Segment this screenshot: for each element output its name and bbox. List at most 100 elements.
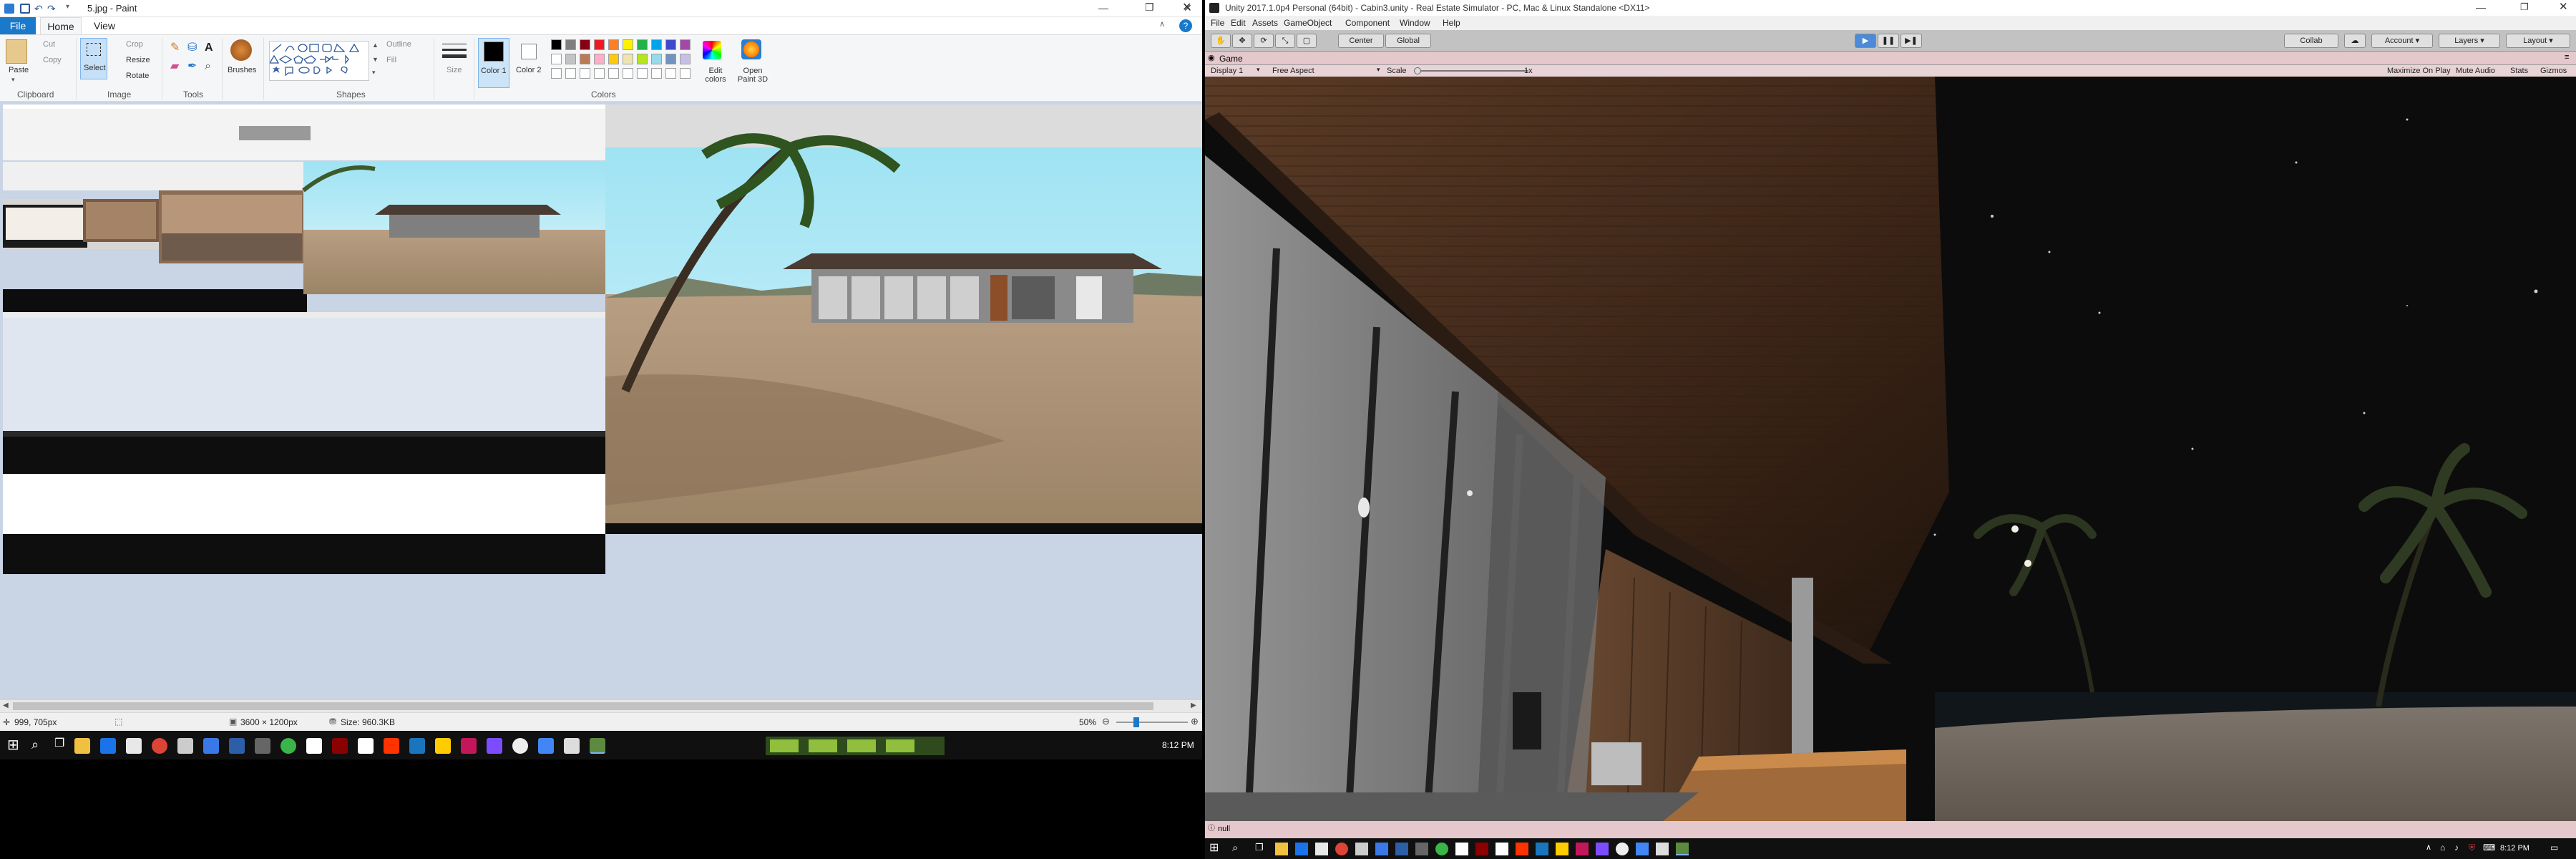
account-dropdown[interactable]: Account ▾ (2371, 34, 2433, 48)
palette-swatch-empty[interactable] (565, 68, 576, 79)
palette-swatch[interactable] (665, 54, 676, 64)
palette-swatch[interactable] (594, 54, 605, 64)
paint3d-icon[interactable] (741, 39, 761, 59)
unity-close-button[interactable]: ✕ (2559, 1, 2568, 12)
tray-chevron-icon[interactable]: ∧ (2426, 844, 2431, 852)
palette-swatch[interactable] (580, 39, 590, 50)
file-explorer-icon[interactable] (1275, 843, 1288, 855)
palette-swatch[interactable] (637, 39, 648, 50)
chrome-icon[interactable] (1335, 843, 1348, 855)
app-icon[interactable] (1636, 843, 1649, 855)
horizontal-scrollbar[interactable]: ◀ ▶ (0, 700, 1202, 712)
palette-swatch[interactable] (565, 54, 576, 64)
brushes-icon[interactable] (230, 39, 252, 61)
tab-menu-icon[interactable]: ≡ (2565, 54, 2569, 62)
calculator-icon[interactable] (1355, 843, 1368, 855)
palette-swatch[interactable] (608, 54, 619, 64)
app-icon[interactable] (487, 738, 502, 754)
palette-swatch-empty[interactable] (594, 68, 605, 79)
undo-icon[interactable]: ↶ (34, 4, 43, 14)
collab-button[interactable]: Collab (2284, 34, 2338, 48)
palette-swatch-empty[interactable] (580, 68, 590, 79)
palette-swatch[interactable] (608, 39, 619, 50)
scrollbar-thumb[interactable] (13, 702, 1153, 710)
edge-icon[interactable] (1295, 843, 1308, 855)
media-icon[interactable] (332, 738, 348, 754)
unity-icon[interactable] (1616, 843, 1629, 855)
tab-file[interactable]: File (0, 17, 36, 34)
pivot-center-button[interactable]: Center (1338, 34, 1384, 48)
shapes-scroll-up-icon[interactable]: ▲ (372, 42, 379, 49)
layout-dropdown[interactable]: Layout ▾ (2506, 34, 2570, 48)
pivot-global-button[interactable]: Global (1385, 34, 1431, 48)
search-icon[interactable]: ⌕ (31, 738, 39, 751)
palette-swatch-empty[interactable] (680, 68, 691, 79)
paste-icon[interactable] (6, 39, 27, 64)
aspect-dropdown[interactable]: Free Aspect (1272, 67, 1314, 75)
taskbar-clock[interactable]: 8:12 PM (2500, 845, 2529, 853)
scale-slider-thumb[interactable] (1414, 67, 1421, 74)
maximize-button[interactable]: ❐ (1145, 2, 1154, 12)
menu-window[interactable]: Window (1400, 19, 1430, 27)
pause-button[interactable]: ❚❚ (1878, 34, 1899, 48)
minimize-button[interactable]: — (1098, 3, 1108, 13)
pencil-icon[interactable]: ✎ (170, 42, 180, 54)
resize-button[interactable]: Resize (126, 57, 150, 64)
text-tool-icon[interactable]: A (205, 42, 213, 54)
visual-studio-icon[interactable] (229, 738, 245, 754)
app-icon[interactable] (1375, 843, 1388, 855)
palette-swatch[interactable] (623, 54, 633, 64)
close-icon[interactable]: ✕ (1184, 3, 1192, 13)
app-icon[interactable] (538, 738, 554, 754)
menu-edit[interactable]: Edit (1231, 19, 1246, 27)
task-view-icon[interactable]: ❐ (1255, 843, 1264, 852)
paste-dropdown-icon[interactable]: ▾ (11, 77, 15, 83)
palette-swatch-empty[interactable] (551, 68, 562, 79)
shapes-more-icon[interactable]: ▾ (372, 69, 376, 76)
display-dropdown-icon[interactable]: ▾ (1257, 67, 1260, 73)
scroll-left-icon[interactable]: ◀ (3, 702, 9, 709)
mail-icon[interactable] (1455, 843, 1468, 855)
mute-audio-toggle[interactable]: Mute Audio (2456, 67, 2495, 75)
camera-icon[interactable] (1415, 843, 1428, 855)
game-viewport[interactable] (1205, 77, 2576, 821)
palette-swatch[interactable] (680, 54, 691, 64)
edge-icon[interactable] (100, 738, 116, 754)
palette-swatch[interactable] (551, 39, 562, 50)
task-view-icon[interactable]: ❐ (54, 738, 64, 749)
media-icon[interactable] (1475, 843, 1488, 855)
steam-icon[interactable] (1536, 843, 1548, 855)
palette-swatch[interactable] (651, 39, 662, 50)
palette-swatch[interactable] (623, 39, 633, 50)
layers-dropdown[interactable]: Layers ▾ (2439, 34, 2500, 48)
app-icon[interactable] (1435, 843, 1448, 855)
rect-tool-button[interactable]: ▢ (1297, 34, 1317, 48)
calculator-icon[interactable] (177, 738, 193, 754)
shapes-gallery[interactable] (268, 41, 369, 81)
paste-button[interactable]: Paste (9, 67, 29, 74)
palette-swatch[interactable] (594, 39, 605, 50)
help-icon[interactable]: ? (1179, 19, 1192, 32)
rotate-button[interactable]: Rotate (126, 72, 149, 80)
palette-swatch-empty[interactable] (623, 68, 633, 79)
tab-home[interactable]: Home (40, 17, 82, 34)
ribbon-collapse-icon[interactable]: ∧ (1159, 21, 1165, 29)
palette-swatch-empty[interactable] (665, 68, 676, 79)
menu-file[interactable]: File (1211, 19, 1224, 27)
open-paint3d-button[interactable]: Open Paint 3D (736, 67, 770, 84)
unity-hub-icon[interactable] (358, 738, 374, 754)
paint-taskbar-icon[interactable] (590, 738, 605, 754)
zoom-out-icon[interactable]: ⊖ (1102, 717, 1110, 726)
app-icon[interactable] (564, 738, 580, 754)
move-tool-button[interactable]: ✥ (1232, 34, 1252, 48)
start-icon[interactable]: ⊞ (1209, 843, 1219, 854)
menu-gameobject[interactable]: GameObject (1284, 19, 1332, 27)
scroll-right-icon[interactable]: ▶ (1191, 702, 1196, 709)
shapes-scroll-down-icon[interactable]: ▼ (372, 57, 379, 63)
magnifier-icon[interactable]: ⌕ (205, 61, 211, 72)
unity-maximize-button[interactable]: ❐ (2520, 2, 2529, 11)
cut-button[interactable]: Cut (43, 41, 55, 49)
app-icon[interactable] (384, 738, 399, 754)
step-button[interactable]: ▶❚ (1901, 34, 1922, 48)
brushes-button[interactable]: Brushes (228, 67, 256, 74)
